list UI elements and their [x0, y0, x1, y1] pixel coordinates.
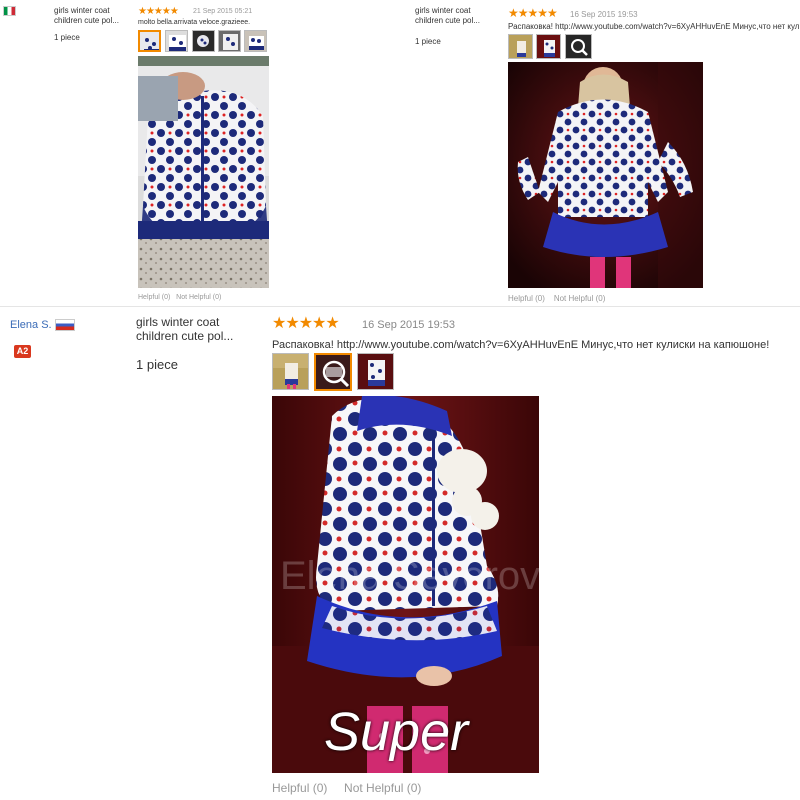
review-text: Распаковка! http://www.youtube.com/watch…	[508, 22, 800, 31]
star-icon: ★★★★★	[138, 6, 179, 17]
photo-thumbnail[interactable]	[244, 30, 267, 52]
helpful-link[interactable]: Helpful (0)	[138, 294, 170, 301]
rating-stars: ★★★★★	[138, 6, 179, 17]
quantity: 1 piece	[415, 37, 441, 46]
russia-flag-icon	[54, 319, 75, 332]
reviewer-name[interactable]: Elena S.	[10, 319, 75, 332]
level-badge: A2	[14, 345, 31, 358]
product-title[interactable]: girls winter coat children cute pol...	[54, 6, 134, 26]
rating-stars: ★★★★★	[508, 6, 558, 20]
photo-thumbnail[interactable]	[314, 353, 352, 391]
helpful-row: Helpful (0) Not Helpful (0)	[138, 294, 221, 301]
review-date: 16 Sep 2015 19:53	[570, 10, 638, 19]
italy-flag-icon	[3, 6, 16, 16]
photo-thumbnail[interactable]	[565, 34, 592, 59]
review-photo[interactable]	[508, 62, 703, 288]
product-title[interactable]: girls winter coat children cute pol...	[415, 6, 495, 26]
photo-caption: Super	[324, 702, 469, 762]
photo-thumbnail[interactable]	[138, 30, 161, 52]
photo-thumbnail[interactable]	[272, 353, 309, 390]
helpful-row: Helpful (0) Not Helpful (0)	[272, 781, 421, 795]
photo-thumbnail[interactable]	[357, 353, 394, 390]
helpful-link[interactable]: Helpful (0)	[272, 781, 327, 795]
rating-stars: ★★★★★	[272, 315, 340, 332]
review-photo[interactable]	[138, 56, 269, 288]
star-icon: ★★★★★	[272, 315, 340, 332]
photo-thumbnail[interactable]	[536, 34, 561, 59]
star-icon: ★★★★★	[508, 6, 558, 20]
review-date: 16 Sep 2015 19:53	[362, 319, 455, 331]
review-text: Распаковка! http://www.youtube.com/watch…	[272, 339, 770, 351]
review-text: molto bella.arrivata veloce.grazieee.	[138, 19, 251, 26]
quantity: 1 piece	[54, 33, 80, 42]
helpful-link[interactable]: Helpful (0)	[508, 294, 545, 303]
not-helpful-link[interactable]: Not Helpful (0)	[344, 781, 421, 795]
helpful-row: Helpful (0) Not Helpful (0)	[508, 294, 605, 303]
not-helpful-link[interactable]: Not Helpful (0)	[176, 294, 221, 301]
photo-thumbnail[interactable]	[508, 34, 533, 59]
photo-thumbnail[interactable]	[218, 30, 241, 52]
review-photo[interactable]: Elena Severova Super	[272, 396, 539, 773]
photo-watermark: Elena Severova	[280, 554, 539, 598]
product-title[interactable]: girls winter coat children cute pol...	[136, 315, 246, 343]
divider	[0, 306, 800, 307]
quantity: 1 piece	[136, 357, 178, 372]
review-date: 21 Sep 2015 05:21	[193, 8, 253, 15]
photo-thumbnail[interactable]	[192, 30, 215, 52]
not-helpful-link[interactable]: Not Helpful (0)	[554, 294, 606, 303]
photo-thumbnail[interactable]	[165, 30, 188, 52]
